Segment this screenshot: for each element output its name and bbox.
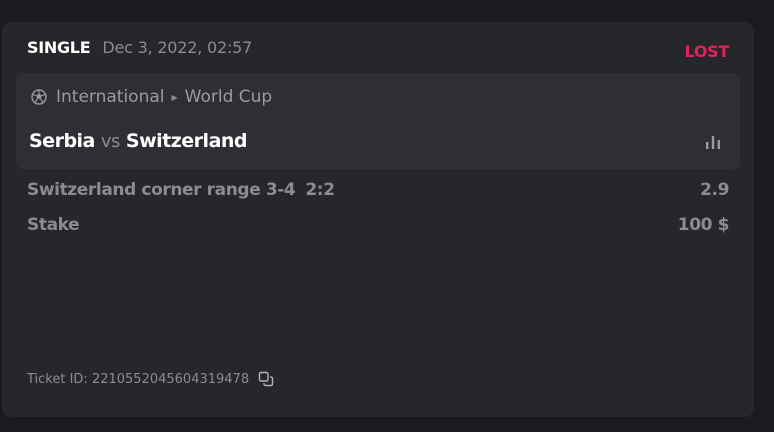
stake-row: Stake 100 $ xyxy=(27,215,729,235)
soccer-ball-icon xyxy=(31,89,47,105)
breadcrumb-separator-icon: ▶ xyxy=(171,92,178,102)
category-link[interactable]: International xyxy=(56,87,165,107)
stake-value: 100 $ xyxy=(677,215,730,235)
vs-label: vs xyxy=(100,130,121,152)
selection-row: Switzerland corner range 3-4 2:2 2.9 xyxy=(27,180,729,200)
bet-date: Dec 3, 2022, 02:57 xyxy=(102,37,253,57)
bet-ticket-card: SINGLE Dec 3, 2022, 02:57 LOST Internati… xyxy=(2,22,754,417)
status-badge: LOST xyxy=(684,41,730,61)
bet-type-label: SINGLE xyxy=(27,37,91,57)
ticket-id-text: Ticket ID: 2210552045604319478 xyxy=(27,371,250,387)
bar-chart-icon[interactable] xyxy=(705,135,721,149)
home-team: Serbia xyxy=(29,130,95,152)
away-team: Switzerland xyxy=(125,130,248,152)
ticket-header: SINGLE Dec 3, 2022, 02:57 LOST xyxy=(27,36,730,61)
event-panel[interactable]: International ▶ World Cup Serbia vs Swit… xyxy=(16,73,740,169)
copy-icon[interactable] xyxy=(258,371,274,387)
score-label: 2:2 xyxy=(305,180,335,200)
match-title: Serbia vs Switzerland xyxy=(29,130,248,152)
breadcrumb: International ▶ World Cup xyxy=(31,87,272,107)
market-label: Switzerland corner range 3-4 xyxy=(27,180,296,200)
tournament-link[interactable]: World Cup xyxy=(185,87,273,107)
ticket-id: Ticket ID: 2210552045604319478 xyxy=(27,371,274,387)
odds-value: 2.9 xyxy=(700,180,729,200)
stake-label: Stake xyxy=(27,215,80,235)
